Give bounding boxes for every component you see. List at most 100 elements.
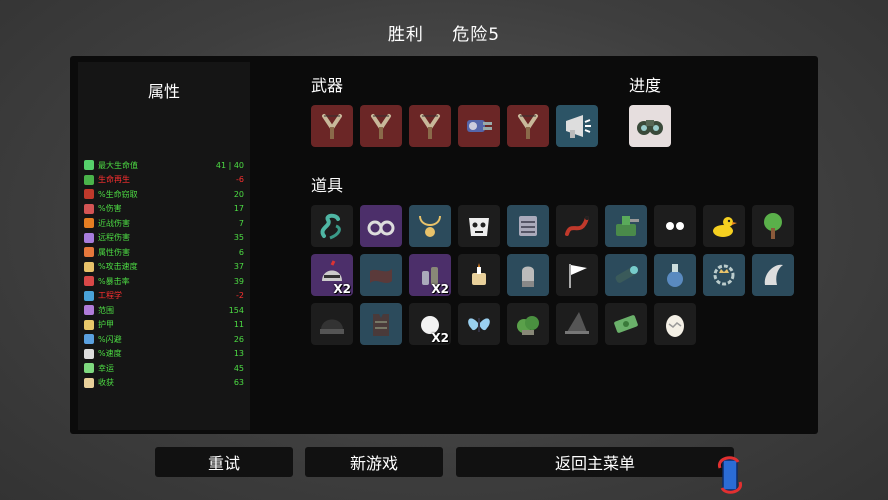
megaphone-gun-icon	[566, 115, 591, 138]
item-slot[interactable]: X2	[409, 303, 451, 345]
item-slot[interactable]	[556, 254, 598, 296]
claw-icon	[764, 264, 783, 285]
item-slot[interactable]	[556, 303, 598, 345]
item-slot[interactable]	[703, 254, 745, 296]
item-slot[interactable]	[360, 254, 402, 296]
item-slot[interactable]	[605, 303, 647, 345]
stat-row: 收获 63	[84, 376, 244, 391]
slingshot-icon	[371, 114, 391, 139]
item-slot[interactable]	[507, 254, 549, 296]
snake-icon	[565, 216, 589, 236]
vest-icon	[373, 314, 389, 336]
stat-icon	[84, 290, 94, 301]
weapon-slot[interactable]	[360, 105, 402, 147]
run-result-title: 胜利 危险5	[0, 20, 888, 45]
item-slot[interactable]	[409, 205, 451, 247]
weapon-slot[interactable]	[507, 105, 549, 147]
scroll-armor-icon	[519, 216, 537, 236]
item-slot[interactable]	[507, 303, 549, 345]
retry-button[interactable]: 重试	[155, 447, 293, 477]
item-slot[interactable]	[360, 303, 402, 345]
weapon-slot[interactable]	[311, 105, 353, 147]
stat-label: %生命窃取	[98, 189, 138, 199]
stat-value: 7	[238, 218, 244, 228]
item-slot[interactable]	[507, 205, 549, 247]
stat-value: 26	[233, 334, 244, 344]
item-slot[interactable]	[654, 254, 696, 296]
stat-label: 属性伤害	[98, 247, 130, 257]
stat-value: 39	[233, 276, 244, 286]
stat-icon	[84, 319, 94, 330]
new-game-button[interactable]: 新游戏	[305, 447, 443, 477]
stat-value: 154	[228, 305, 244, 315]
bush-icon	[517, 316, 539, 335]
stat-value: 13	[233, 349, 244, 359]
stat-icon	[84, 232, 94, 243]
item-slot[interactable]: X2	[311, 254, 353, 296]
fabric-icon	[370, 269, 392, 283]
stat-label: 护甲	[98, 320, 114, 330]
main-menu-button[interactable]: 返回主菜单	[456, 447, 734, 477]
weapon-slot[interactable]	[409, 105, 451, 147]
item-slot[interactable]	[703, 205, 745, 247]
stat-value: 37	[233, 262, 244, 272]
witch-hat-icon	[565, 312, 589, 334]
progress-slot[interactable]	[629, 105, 671, 147]
duck-icon	[713, 217, 737, 237]
phone-icon	[717, 456, 743, 494]
stat-value: 63	[233, 378, 244, 388]
item-slot[interactable]: X2	[409, 254, 451, 296]
item-slot[interactable]	[654, 205, 696, 247]
stat-row: 远程伤害 35	[84, 231, 244, 246]
egg-icon	[666, 315, 684, 337]
item-slot[interactable]	[360, 205, 402, 247]
slingshot-icon	[518, 114, 538, 139]
item-slot[interactable]	[654, 303, 696, 345]
item-slot[interactable]	[311, 303, 353, 345]
stat-icon	[84, 305, 94, 316]
stat-label: 生命再生	[98, 175, 130, 185]
stat-icon	[84, 261, 94, 272]
stat-icon	[84, 334, 94, 345]
stat-icon	[84, 377, 94, 388]
item-slot[interactable]	[752, 205, 794, 247]
item-slot[interactable]	[752, 254, 794, 296]
stat-icon	[84, 189, 94, 200]
binoculars-icon	[637, 120, 663, 135]
item-slot[interactable]	[605, 205, 647, 247]
weapon-slot[interactable]	[458, 105, 500, 147]
skull-mask-icon	[469, 218, 489, 236]
candle-jar-icon	[472, 263, 486, 285]
stat-row: %攻击速度 37	[84, 260, 244, 275]
stat-label: 幸运	[98, 363, 114, 373]
stat-row: 生命再生 -6	[84, 173, 244, 188]
stat-row: 最大生命值 41 | 40	[84, 158, 244, 173]
stat-value: 20	[233, 189, 244, 199]
beanie-icon	[320, 319, 344, 334]
item-slot[interactable]	[458, 254, 500, 296]
stat-label: 收获	[98, 378, 114, 388]
stat-row: 幸运 45	[84, 361, 244, 376]
stat-row: %闪避 26	[84, 332, 244, 347]
stats-title: 属性	[147, 82, 180, 101]
bullet-icon	[522, 266, 534, 287]
item-slot[interactable]	[458, 303, 500, 345]
item-slot[interactable]	[458, 205, 500, 247]
stat-label: 远程伤害	[98, 233, 130, 243]
stat-icon	[84, 348, 94, 359]
stat-label: %伤害	[98, 204, 122, 214]
item-slot[interactable]	[605, 254, 647, 296]
item-count: X2	[431, 282, 449, 296]
stat-row: 近战伤害 7	[84, 216, 244, 231]
weapon-slot[interactable]	[556, 105, 598, 147]
item-slot[interactable]	[556, 205, 598, 247]
butterfly-icon	[468, 318, 490, 332]
stat-value: 41 | 40	[215, 160, 244, 170]
stat-row: 属性伤害 6	[84, 245, 244, 260]
stat-value: 17	[233, 204, 244, 214]
stat-value: 45	[233, 363, 244, 373]
stat-icon	[84, 218, 94, 229]
stats-list: 最大生命值 41 | 40 生命再生 -6 %生命窃取 20 %伤害 17 近战伤害 7 远程伤害 3…	[84, 158, 244, 390]
scope-icon	[615, 266, 638, 283]
item-slot[interactable]	[311, 205, 353, 247]
